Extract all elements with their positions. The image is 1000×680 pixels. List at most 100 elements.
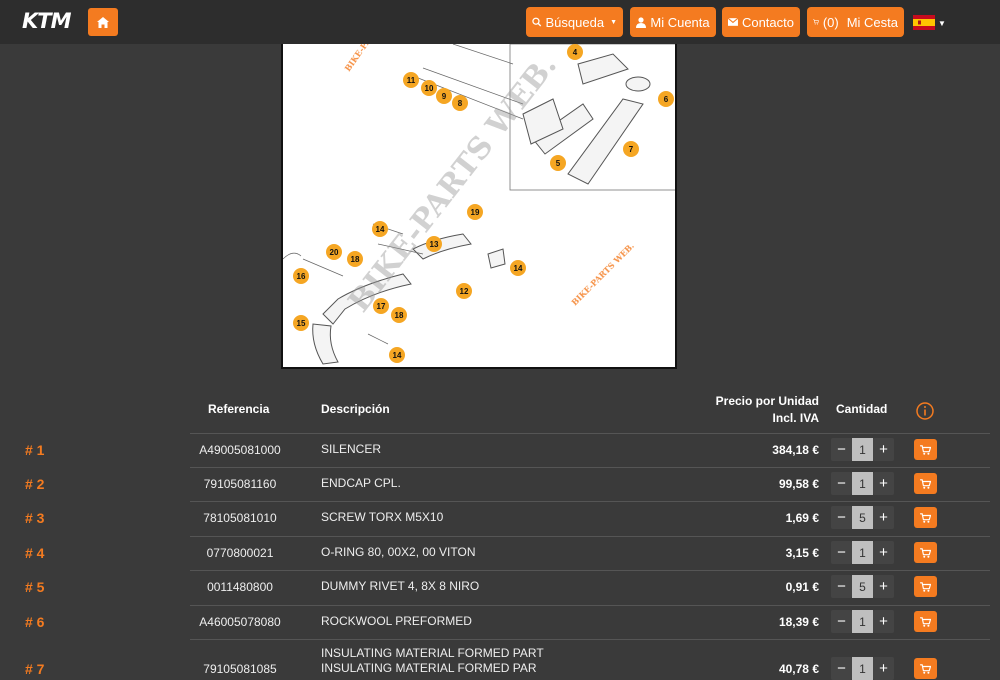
callout-number: 4 [573,48,578,57]
ref-column-header: Referencia [208,402,270,416]
quantity-value[interactable]: 1 [852,438,873,461]
callout-number: 9 [442,92,447,101]
callout-number: 14 [514,264,523,273]
callout-number: 5 [556,159,561,168]
home-button[interactable] [88,8,118,36]
decrement-button[interactable]: − [831,541,852,564]
increment-button[interactable]: + [873,506,894,529]
decrement-button[interactable]: − [831,657,852,680]
quantity-stepper: − 1 + [831,610,894,633]
search-label: Búsqueda [545,14,605,30]
top-navbar: KTM Búsqueda ▼ Mi Cuenta Contacto (0) Mi… [0,0,1000,44]
decrement-button[interactable]: − [831,438,852,461]
increment-button[interactable]: + [873,657,894,680]
quantity-value[interactable]: 5 [852,575,873,598]
increment-button[interactable]: + [873,610,894,633]
callout-number: 14 [376,225,385,234]
part-description: ENDCAP CPL. [321,476,401,491]
row-number: # 5 [25,579,45,595]
part-description: SILENCER [321,442,381,457]
add-to-cart-button[interactable] [914,439,937,460]
cart-icon [920,547,931,558]
part-description-line2: INSULATING MATERIAL FORMED PAR [321,661,537,675]
table-row: # 3 78105081010 SCREW TORX M5X10 1,69 € … [0,501,1000,535]
part-description-line1: INSULATING MATERIAL FORMED PART [321,646,544,660]
part-description-line1: ROCKWOOL PREFORMED [321,614,472,628]
diagram-drawing: BIKE-PARTS WEB. BIKE-PARTS WEB. BIKE-PAR… [283,44,675,365]
increment-button[interactable]: + [873,472,894,495]
cart-icon [813,19,819,25]
increment-button[interactable]: + [873,541,894,564]
part-description: SCREW TORX M5X10 [321,510,443,525]
row-number: # 2 [25,476,45,492]
callout-number: 14 [393,351,402,360]
quantity-value[interactable]: 1 [852,472,873,495]
part-description: ROCKWOOL PREFORMED [321,614,472,629]
contact-button[interactable]: Contacto [722,7,800,37]
chevron-down-icon: ▼ [610,18,617,26]
part-reference: A49005081000 [199,443,281,457]
add-to-cart-button[interactable] [914,507,937,528]
add-to-cart-button[interactable] [914,542,937,563]
part-description: DUMMY RIVET 4, 8X 8 NIRO [321,579,479,594]
cart-label: Mi Cesta [846,14,898,30]
table-row: # 6 A46005078080 ROCKWOOL PREFORMED 18,3… [0,605,1000,639]
callout-number: 7 [629,145,634,154]
quantity-value[interactable]: 5 [852,506,873,529]
account-button[interactable]: Mi Cuenta [630,7,716,37]
add-to-cart-button[interactable] [914,611,937,632]
part-description: O-RING 80, 00X2, 00 VITON [321,545,476,560]
row-number: # 4 [25,545,45,561]
row-number: # 1 [25,442,45,458]
quantity-stepper: − 1 + [831,657,894,680]
part-description: INSULATING MATERIAL FORMED PART INSULATI… [321,646,544,676]
add-to-cart-button[interactable] [914,576,937,597]
part-price: 3,15 € [785,546,819,560]
price-header-line2: Incl. IVA [772,411,819,425]
quantity-stepper: − 1 + [831,541,894,564]
callout-number: 20 [330,248,339,257]
cart-count: (0) [822,14,839,30]
watermark-small-2: BIKE-PARTS WEB. [569,241,636,308]
ktm-logo[interactable]: KTM [22,10,80,32]
watermark-small-1: BIKE-PARTS WEB. [342,44,399,73]
es-flag-icon[interactable] [913,15,935,30]
callout-number: 18 [395,311,404,320]
add-to-cart-button[interactable] [914,473,937,494]
callout-number: 10 [425,84,434,93]
add-to-cart-button[interactable] [914,658,937,679]
decrement-button[interactable]: − [831,506,852,529]
quantity-stepper: − 5 + [831,575,894,598]
increment-button[interactable]: + [873,438,894,461]
decrement-button[interactable]: − [831,472,852,495]
user-icon [636,16,647,28]
decrement-button[interactable]: − [831,575,852,598]
callout-number: 18 [351,255,360,264]
callout-number: 12 [460,287,469,296]
quantity-value[interactable]: 1 [852,541,873,564]
part-price: 40,78 € [778,662,819,676]
increment-button[interactable]: + [873,575,894,598]
part-reference: A46005078080 [199,615,281,629]
account-label: Mi Cuenta [650,14,710,30]
quantity-stepper: − 5 + [831,506,894,529]
cart-icon [920,444,931,455]
cart-icon [920,512,931,523]
row-number: # 6 [25,614,45,630]
quantity-stepper: − 1 + [831,438,894,461]
search-dropdown-button[interactable]: Búsqueda ▼ [526,7,623,37]
info-icon[interactable] [916,402,934,420]
language-caret-icon[interactable]: ▼ [938,19,946,28]
home-icon [97,16,109,28]
desc-column-header: Descripción [321,402,390,416]
part-reference: 0770800021 [206,546,274,560]
part-description-line1: DUMMY RIVET 4, 8X 8 NIRO [321,579,480,593]
decrement-button[interactable]: − [831,610,852,633]
quantity-value[interactable]: 1 [852,657,873,680]
quantity-value[interactable]: 1 [852,610,873,633]
envelope-icon [728,17,738,26]
cart-button[interactable]: (0) Mi Cesta [807,7,904,37]
table-row: # 7 79105081085 INSULATING MATERIAL FORM… [0,639,1000,680]
part-price: 99,58 € [778,477,819,491]
part-price: 0,91 € [785,580,819,594]
